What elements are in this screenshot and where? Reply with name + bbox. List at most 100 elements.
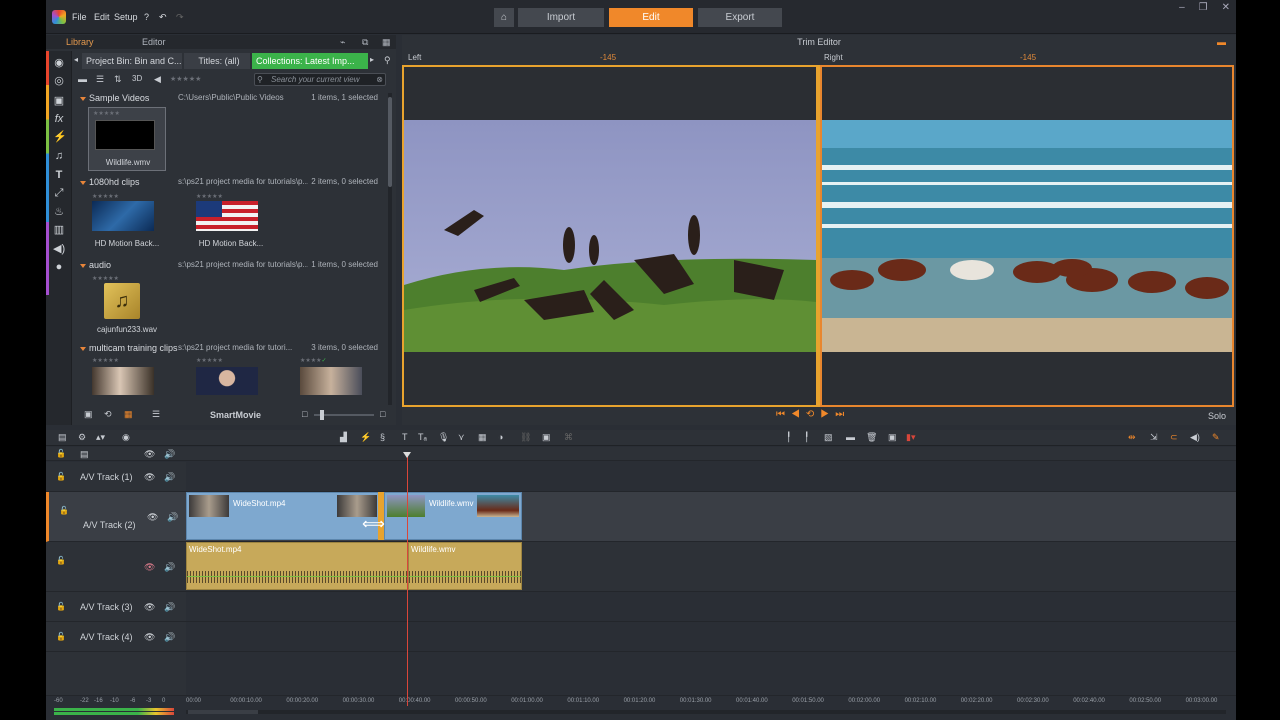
group-header[interactable]: multicam training clips s:\ps21 project … <box>80 343 386 355</box>
film-icon[interactable]: ▥ <box>53 224 65 236</box>
speaker-icon[interactable]: 🔊 <box>164 632 175 643</box>
speaker-icon[interactable]: 🔊 <box>167 512 178 523</box>
audio-clip[interactable]: WideShot.mp4 <box>186 542 408 590</box>
track-header-1[interactable]: 🔓 A/V Track (1) 👁 🔊 <box>46 462 186 492</box>
gear-icon[interactable]: ⚙ <box>78 432 86 443</box>
tab-scroll-left-icon[interactable]: ◂ <box>74 55 78 64</box>
sound-effects-icon[interactable]: ♨ <box>53 206 65 218</box>
effects-icon[interactable]: fx <box>53 113 65 125</box>
montage-icon[interactable]: ⤢ <box>53 187 65 199</box>
help-icon[interactable]: ? <box>144 12 149 22</box>
rating-stars[interactable]: ★★★★★ <box>196 193 223 200</box>
tab-titles[interactable]: Titles: (all) <box>184 53 250 69</box>
import-button[interactable]: Import <box>518 8 604 27</box>
media-thumbnail[interactable]: ★★★★★ HD Motion Back... <box>192 191 270 255</box>
razor-icon[interactable]: ▬ <box>846 432 855 442</box>
rating-stars[interactable]: ★★★★★ <box>92 193 119 200</box>
magnet-icon[interactable]: ⊂ <box>1170 432 1178 443</box>
zoom-in-icon[interactable]: □ <box>380 409 385 419</box>
marker-out-icon[interactable]: ╿ <box>804 432 809 443</box>
playhead-handle[interactable] <box>403 452 411 458</box>
refresh-icon[interactable]: ⟲ <box>104 409 112 420</box>
media-thumbnail[interactable]: ★★★★✓ <box>296 355 374 401</box>
lock-icon[interactable]: 🔓 <box>56 602 66 611</box>
collapse-icon[interactable] <box>80 96 86 101</box>
redo-icon[interactable]: ↷ <box>176 12 184 23</box>
record-icon[interactable]: ◉ <box>122 432 130 443</box>
lock-icon[interactable]: 🔓 <box>56 556 66 565</box>
step-forward-icon[interactable]: ▶ <box>820 409 835 420</box>
eye-icon[interactable]: 👁 <box>144 449 155 460</box>
sort-icon[interactable]: ⇅ <box>114 74 122 85</box>
view-3d-toggle[interactable]: 3D <box>132 74 142 83</box>
split-icon[interactable]: ⋎ <box>458 432 465 443</box>
loop-play-icon[interactable]: ⟲ <box>806 409 820 420</box>
track-lane-4[interactable] <box>186 622 1236 652</box>
speaker-icon[interactable]: 🔊 <box>164 472 175 483</box>
time-ruler[interactable]: 00:00 00:00:10.00 00:00:20.00 00:00:30.00 00… <box>186 696 1236 708</box>
collections-icon[interactable]: ▣ <box>53 95 65 107</box>
title-tool-icon[interactable]: T <box>402 432 408 442</box>
dynamic-length-icon[interactable]: § <box>380 432 385 442</box>
title-2-icon[interactable]: Tₐ <box>418 432 427 442</box>
jump-end-icon[interactable]: ⏭ <box>835 409 850 420</box>
menu-file[interactable]: File <box>72 12 87 22</box>
lock-icon[interactable]: 🔓 <box>56 632 66 641</box>
marker-list-icon[interactable]: ▧ <box>824 432 833 443</box>
marker-in-icon[interactable]: ╿ <box>786 432 791 443</box>
tag-filter-icon[interactable]: ◀ <box>154 74 161 85</box>
right-preview-frame[interactable] <box>820 65 1234 407</box>
pin-icon[interactable]: ⚲ <box>384 55 391 66</box>
eye-icon[interactable]: 👁 <box>147 512 158 523</box>
playhead[interactable] <box>403 452 411 706</box>
tab-scroll-right-icon[interactable]: ▸ <box>370 55 374 64</box>
thumbnail-icon[interactable]: ▣ <box>542 432 551 443</box>
media-thumbnail[interactable]: ★★★★★ <box>88 355 166 401</box>
track-lane-1[interactable] <box>186 462 1236 492</box>
video-clip[interactable]: Wildlife.wmv <box>384 492 522 540</box>
step-back-icon[interactable]: ◀ <box>791 409 806 420</box>
tab-library[interactable]: Library <box>66 37 94 47</box>
track-header-4[interactable]: 🔓 A/V Track (4) 👁 🔊 <box>46 622 186 652</box>
tab-project-bin[interactable]: Project Bin: Bin and C... <box>82 53 182 69</box>
eye-icon[interactable]: 👁 <box>144 472 155 483</box>
volume-line[interactable] <box>187 576 407 577</box>
disc-icon[interactable]: ● <box>53 261 65 273</box>
audio-icon[interactable]: ◀) <box>53 243 65 255</box>
smartmovie-button[interactable]: SmartMovie <box>210 410 261 420</box>
track-lane-2[interactable]: WideShot.mp4 Wildlife.wmv ⟺ <box>186 492 1236 542</box>
rating-stars[interactable]: ★★★★✓ <box>300 357 327 364</box>
zoom-out-icon[interactable]: □ <box>302 409 307 419</box>
volume-line[interactable] <box>409 576 521 577</box>
bin-icon[interactable]: ▣ <box>84 409 93 420</box>
close-icon[interactable]: ✕ <box>1222 2 1230 13</box>
group-header[interactable]: Sample Videos C:\Users\Public\Public Vid… <box>80 93 386 105</box>
jump-start-icon[interactable]: ⏮ <box>776 409 791 420</box>
rating-stars[interactable]: ★★★★★ <box>93 110 120 117</box>
audio-clip[interactable]: Wildlife.wmv <box>408 542 522 590</box>
collapse-icon[interactable] <box>80 346 86 351</box>
restore-icon[interactable]: ❐ <box>1199 2 1208 13</box>
timeline-empty-area[interactable] <box>186 652 1236 696</box>
transitions-icon[interactable]: ⚡ <box>53 131 67 143</box>
scrub-audio-icon[interactable]: ◀) <box>1190 432 1200 443</box>
rating-stars[interactable]: ★★★★★ <box>92 357 119 364</box>
collapse-icon[interactable] <box>80 180 86 185</box>
stereo-icon[interactable]: ⌘ <box>564 432 573 443</box>
menu-edit[interactable]: Edit <box>94 12 110 22</box>
lock-icon[interactable]: 🔓 <box>56 472 66 481</box>
eye-hidden-icon[interactable]: 👁 <box>144 562 155 573</box>
trash-icon[interactable]: 🗑 <box>866 432 877 443</box>
trim-mode-icon[interactable]: ⇹ <box>1128 432 1136 443</box>
speaker-icon[interactable]: 🔊 <box>164 602 175 613</box>
music-icon[interactable]: ♫ <box>53 150 65 162</box>
projects-icon[interactable]: ◎ <box>53 75 65 87</box>
snap-icon[interactable]: ⚡ <box>360 432 371 443</box>
rating-stars[interactable]: ★★★★★ <box>196 357 223 364</box>
search-input[interactable]: ⚲ Search your current view ⊗ <box>254 73 386 86</box>
timeline-scrollbar[interactable] <box>186 710 1226 714</box>
speaker-icon[interactable]: 🔊 <box>164 449 175 460</box>
media-thumbnail[interactable]: ★★★★★ HD Motion Back... <box>88 191 166 255</box>
speaker-icon[interactable]: 🔊 <box>164 562 175 573</box>
library-scrollbar[interactable] <box>388 93 392 405</box>
